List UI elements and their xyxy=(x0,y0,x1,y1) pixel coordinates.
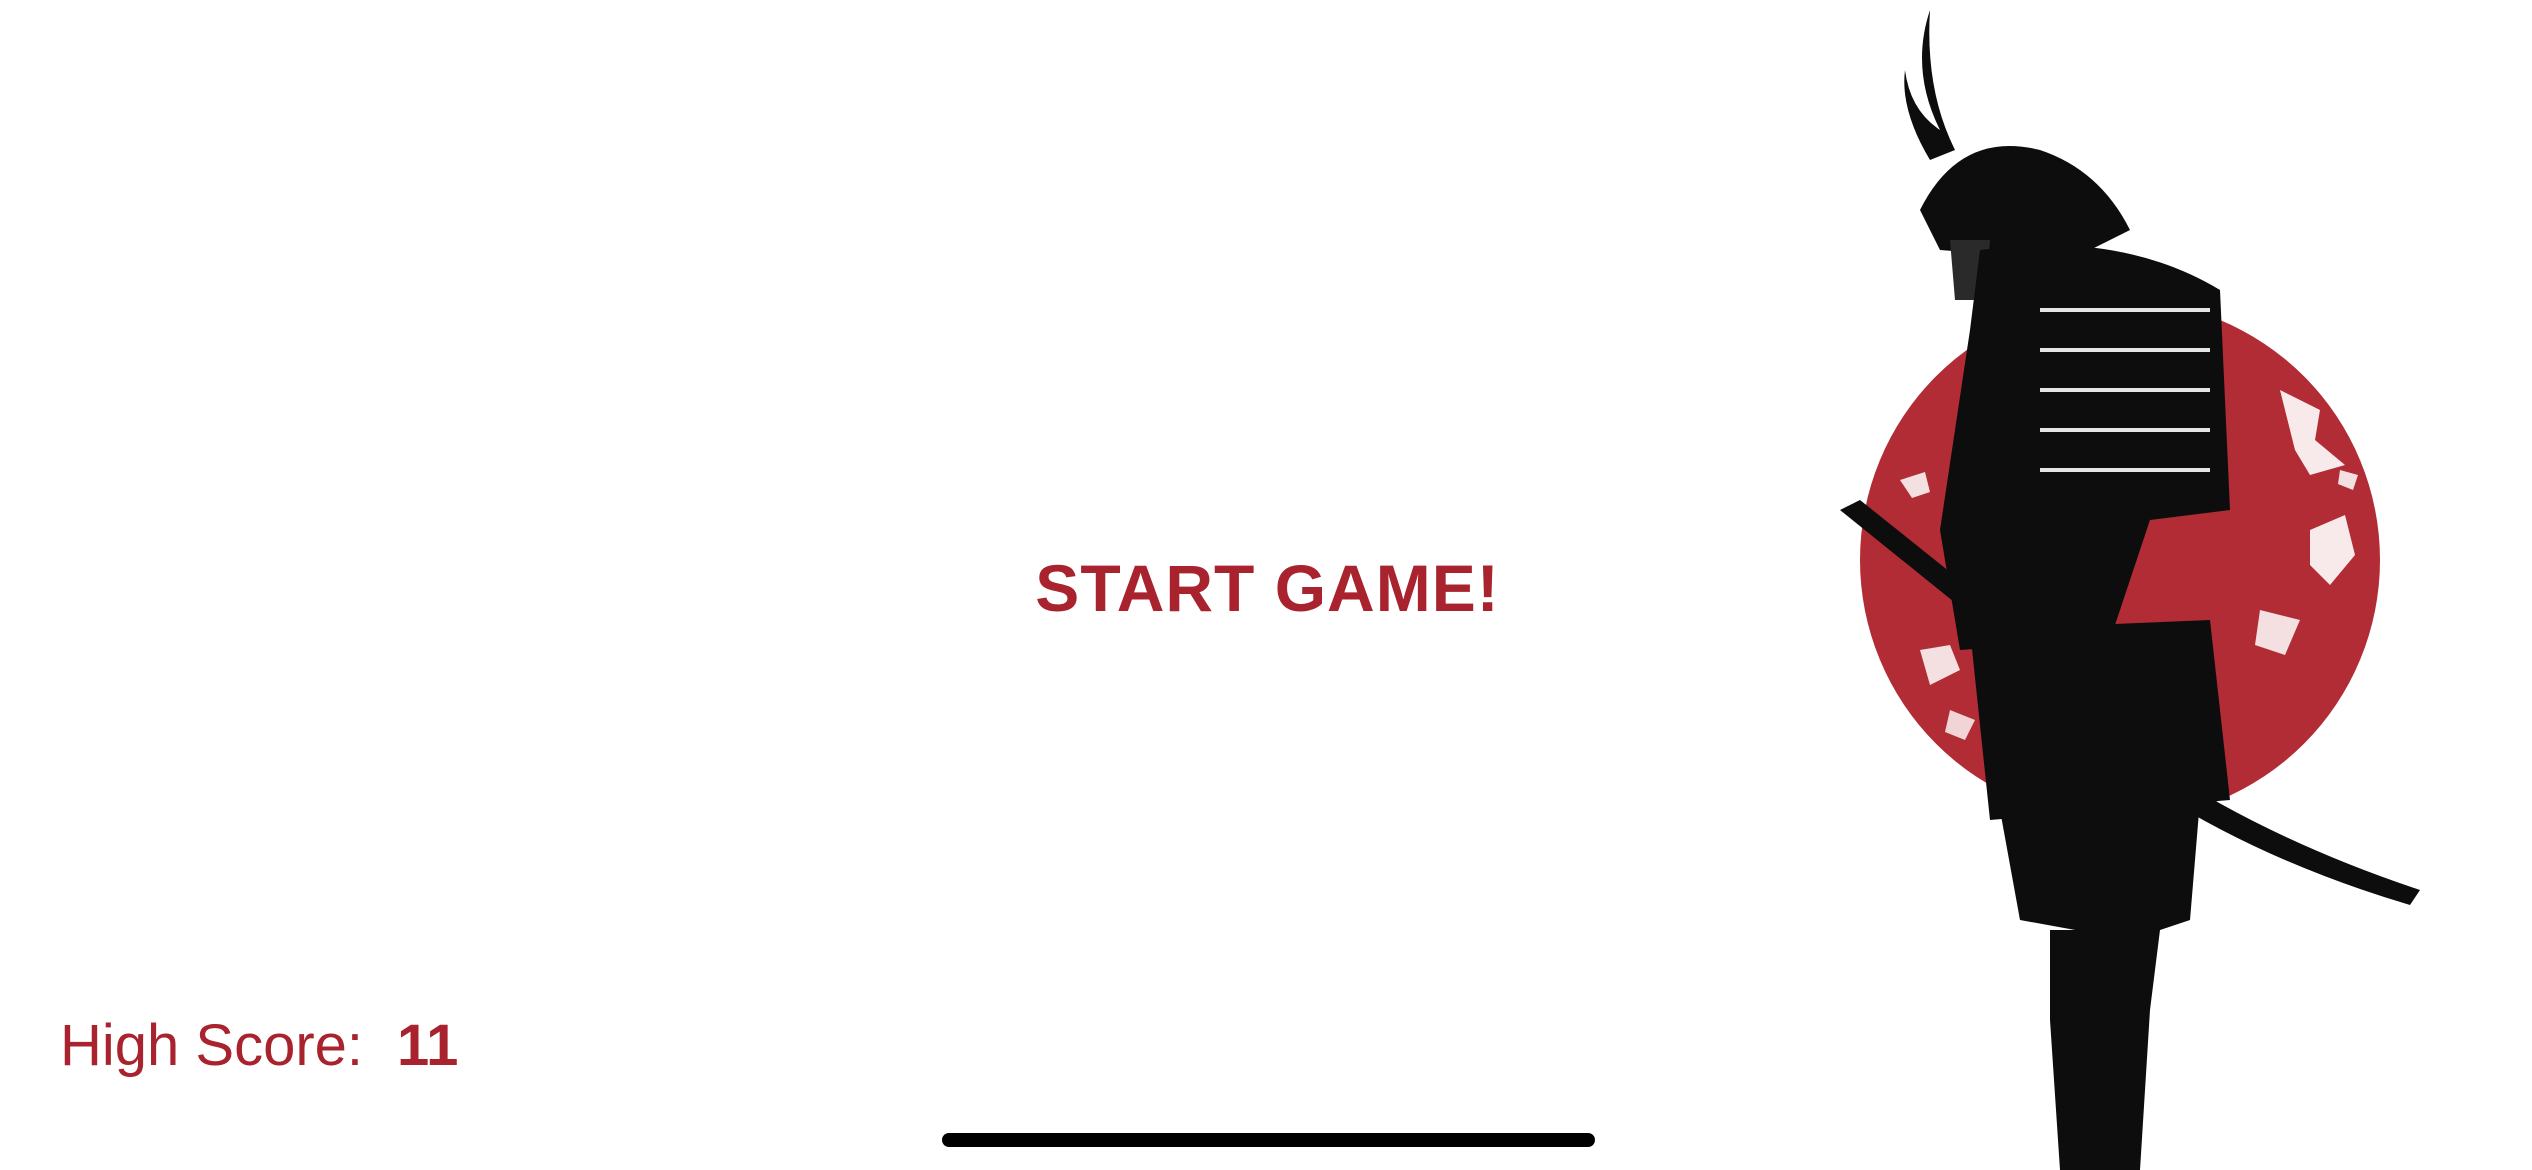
high-score-display: High Score: 11 xyxy=(60,1012,458,1079)
high-score-label: High Score: xyxy=(60,1013,364,1078)
samurai-illustration xyxy=(1840,10,2420,1170)
home-indicator-bar[interactable] xyxy=(942,1133,1595,1147)
high-score-value: 11 xyxy=(397,1013,459,1078)
start-game-button[interactable]: START GAME! xyxy=(1035,548,1500,628)
